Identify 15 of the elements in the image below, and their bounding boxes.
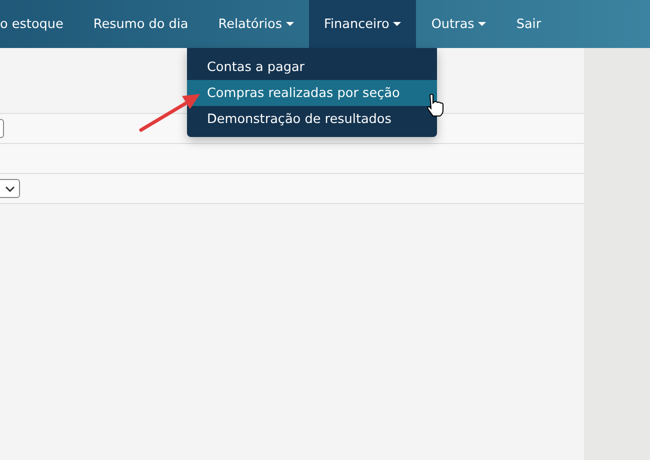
menu-item[interactable]: Contas a pagar xyxy=(187,54,437,80)
select-field[interactable] xyxy=(0,179,20,198)
nav-item[interactable]: Outras xyxy=(416,0,502,48)
menu-item[interactable]: Demonstração de resultados xyxy=(187,106,437,132)
menu-item[interactable]: Compras realizadas por seção xyxy=(187,80,437,106)
caret-icon xyxy=(478,22,486,26)
chevron-down-icon xyxy=(4,186,14,192)
nav-item[interactable]: Relatórios xyxy=(203,0,310,48)
input-field[interactable] xyxy=(0,119,4,138)
caret-icon xyxy=(393,22,402,26)
nav-item[interactable]: Resumo do dia xyxy=(78,0,204,48)
nav-item[interactable]: Sair xyxy=(501,0,556,48)
nav-item[interactable]: o estoque xyxy=(0,0,78,48)
nav-item[interactable]: Financeiro xyxy=(309,0,416,48)
caret-icon xyxy=(286,22,294,26)
